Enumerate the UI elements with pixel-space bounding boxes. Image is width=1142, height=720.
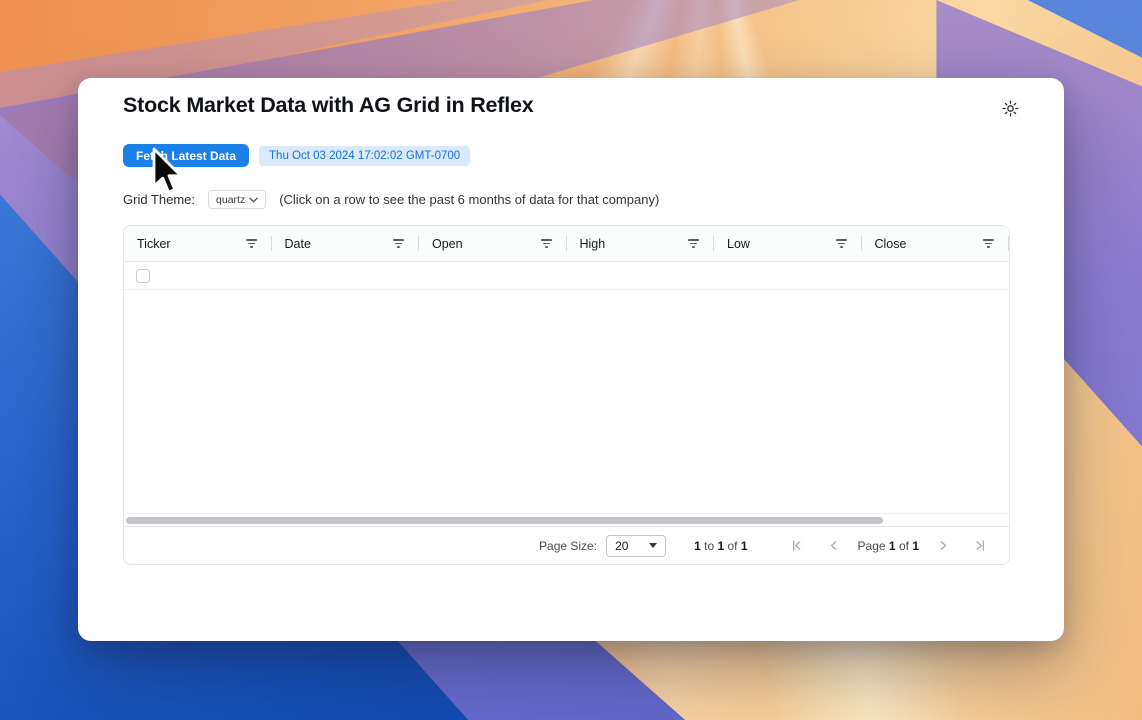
page-summary: Page 1 of 1 (857, 538, 919, 553)
current-page-number: 1 (888, 538, 896, 553)
page-size-select[interactable]: 20 (606, 534, 667, 557)
page-size-value: 20 (615, 538, 629, 553)
column-header-high[interactable]: High (567, 226, 714, 261)
toolbar: Fetch Latest Data Thu Oct 03 2024 17:02:… (123, 144, 1010, 167)
row-select-checkbox[interactable] (136, 268, 150, 283)
previous-page-button[interactable] (815, 539, 852, 552)
ag-grid: Ticker Date Open High Low Close Page Siz… (123, 225, 1010, 565)
first-page-button[interactable] (778, 539, 815, 552)
first-row-number: 1 (694, 538, 701, 553)
filter-icon[interactable] (540, 239, 552, 248)
horizontal-scrollbar-thumb[interactable] (126, 517, 883, 524)
column-header-ticker[interactable]: Ticker (124, 226, 272, 261)
page-total-number: 1 (912, 538, 919, 553)
row-total-number: 1 (740, 538, 748, 553)
column-label: High (579, 236, 606, 251)
page-title: Stock Market Data with AG Grid in Reflex (123, 93, 534, 117)
filter-icon[interactable] (983, 239, 994, 248)
filter-icon[interactable] (688, 239, 699, 248)
sun-icon (1002, 100, 1019, 117)
column-label: Close (874, 236, 907, 251)
next-page-icon (940, 541, 947, 550)
filter-icon[interactable] (245, 239, 257, 248)
column-header-open[interactable]: Open (419, 226, 567, 261)
grid-theme-selected-value: quartz (216, 193, 246, 206)
column-label: Date (284, 236, 311, 251)
column-header-low[interactable]: Low (714, 226, 862, 261)
fetch-latest-data-button[interactable]: Fetch Latest Data (123, 144, 250, 167)
color-mode-toggle-button[interactable] (998, 96, 1023, 121)
first-page-icon (792, 540, 800, 551)
column-resize-handle[interactable] (1008, 236, 1009, 251)
window-header: Stock Market Data with AG Grid in Reflex (123, 78, 1019, 121)
column-label: Low (727, 236, 750, 251)
column-header-close[interactable]: Close (862, 226, 1009, 261)
grid-theme-row: Grid Theme: quartz (Click on a row to se… (123, 190, 1010, 209)
page-size-label: Page Size: (539, 538, 598, 553)
chevron-down-icon (649, 543, 658, 548)
chevron-down-icon (249, 197, 258, 203)
grid-hint-text: (Click on a row to see the past 6 months… (279, 192, 660, 207)
horizontal-scrollbar[interactable] (124, 513, 1009, 526)
next-page-button[interactable] (925, 539, 962, 552)
grid-body-empty (124, 290, 1009, 513)
timestamp-badge: Thu Oct 03 2024 17:02:02 GMT-0700 (259, 145, 471, 166)
grid-row[interactable] (124, 262, 1009, 290)
grid-header-row: Ticker Date Open High Low Close (124, 226, 1009, 262)
last-page-button[interactable] (962, 539, 989, 552)
app-window: Stock Market Data with AG Grid in Reflex… (78, 78, 1064, 641)
filter-icon[interactable] (835, 239, 847, 248)
row-range-summary: 1 to 1 of 1 (694, 538, 748, 553)
column-label: Ticker (137, 236, 171, 251)
column-header-date[interactable]: Date (272, 226, 419, 261)
column-label: Open (432, 236, 463, 251)
grid-theme-label: Grid Theme: (123, 192, 196, 207)
grid-pagination-panel: Page Size: 20 1 to 1 of 1 Page 1 of 1 (124, 526, 1009, 564)
last-page-icon (976, 540, 984, 551)
last-row-number: 1 (717, 538, 725, 553)
filter-icon[interactable] (393, 239, 404, 248)
previous-page-icon (830, 541, 836, 550)
grid-theme-select[interactable]: quartz (208, 190, 267, 209)
